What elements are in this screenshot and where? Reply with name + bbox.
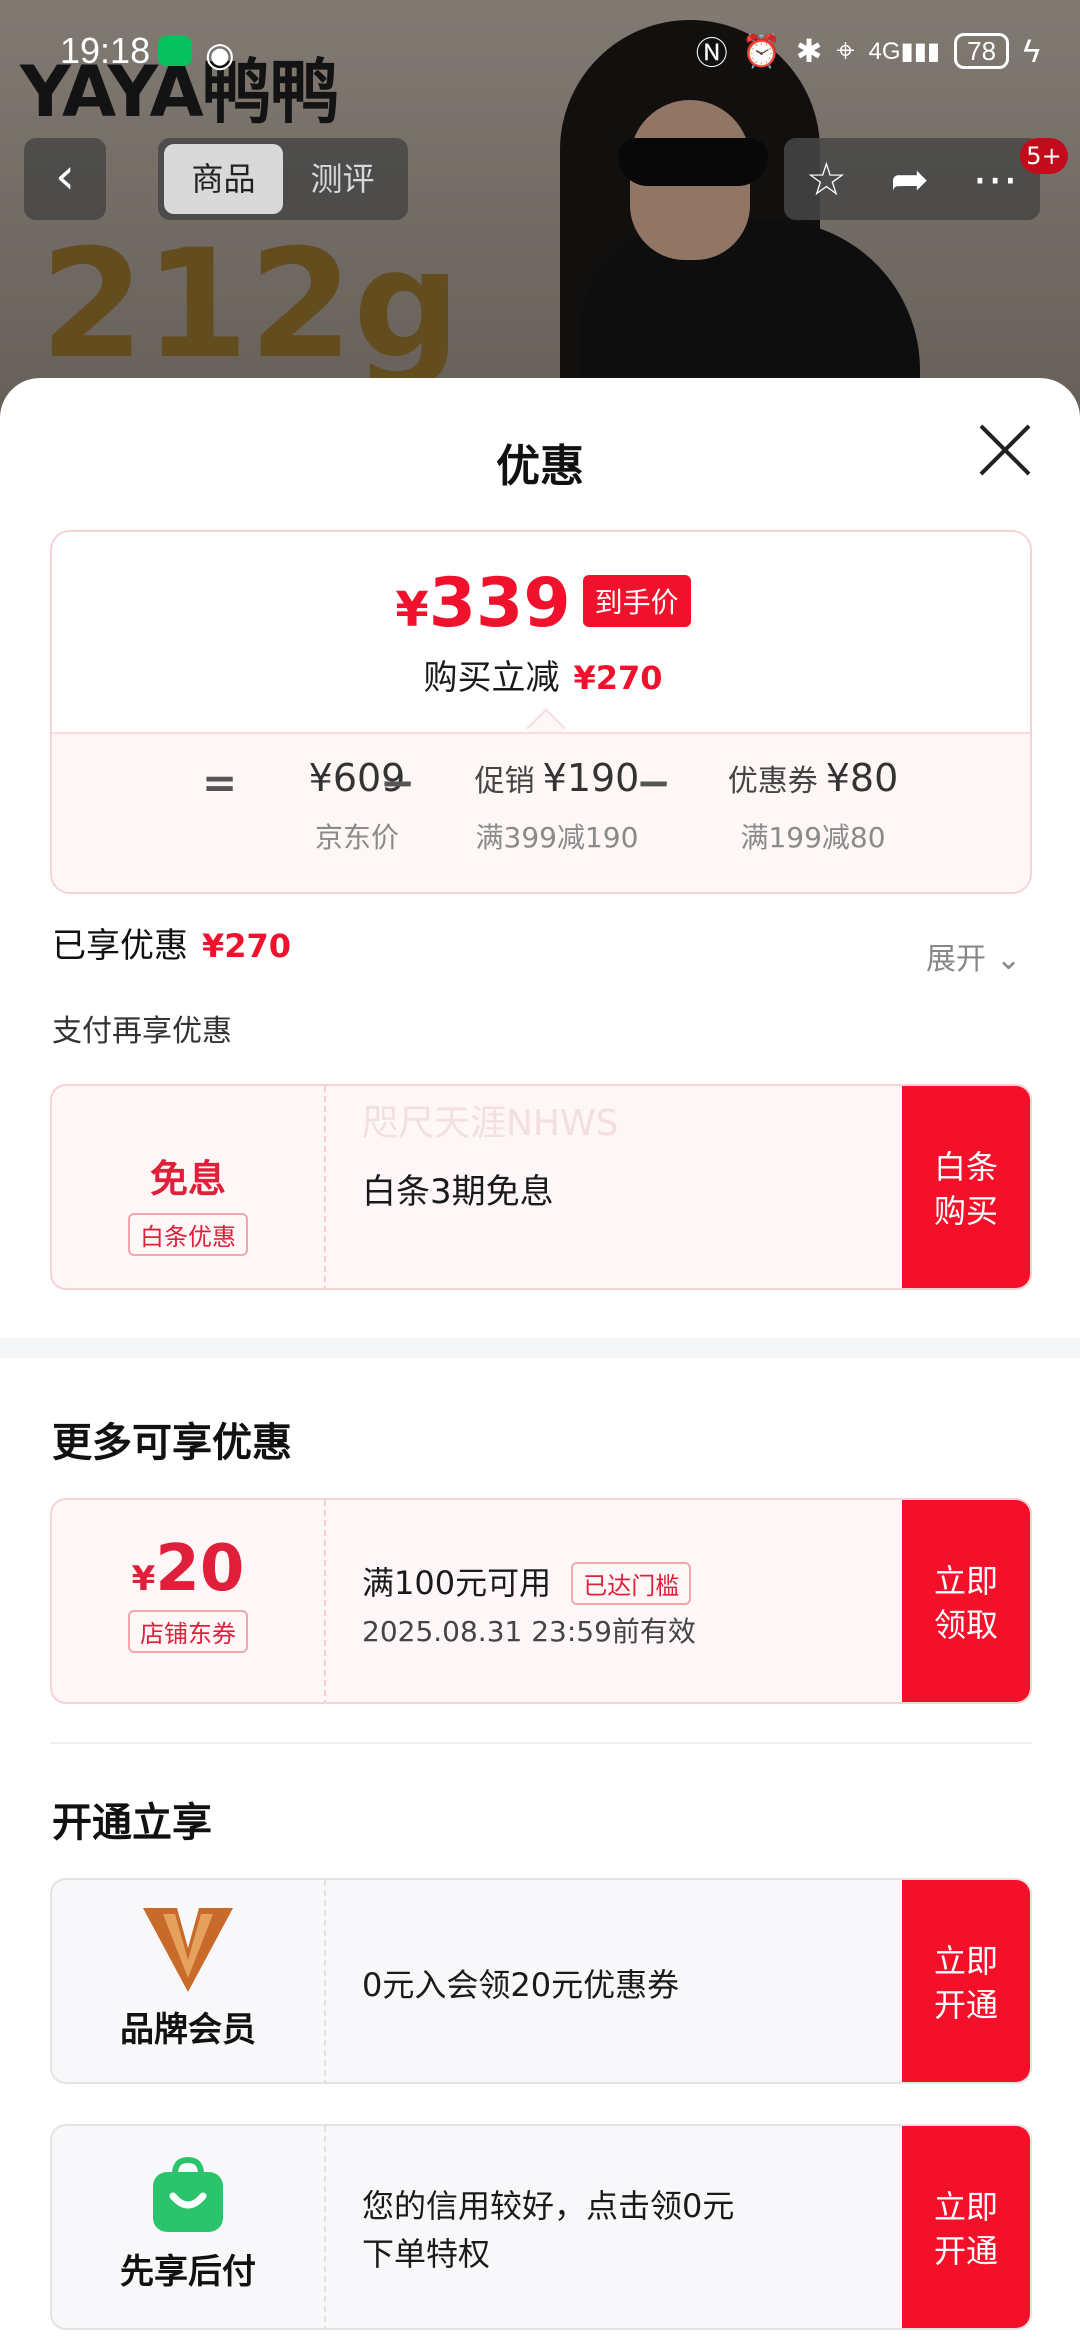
chevron-down-icon: ⌄ xyxy=(996,942,1022,977)
breakdown-coupon: 优惠券 ¥80 满199减80 xyxy=(727,756,899,854)
baitiao-card: 免息 白条优惠 咫尺天涯NHWS 白条3期免息 白条 购买 xyxy=(50,1084,1032,1290)
eye-icon: ◉ xyxy=(205,36,235,74)
baitiao-desc: 白条3期免息 xyxy=(362,1172,554,1212)
bluetooth-icon: ✱ xyxy=(795,33,823,69)
close-button[interactable] xyxy=(975,420,1035,480)
shopping-bag-icon xyxy=(153,2156,223,2232)
enjoyed-discount: 已享优惠 ¥270 xyxy=(52,926,292,966)
minus-sign: − xyxy=(636,758,672,807)
final-price: ¥339 到手价 xyxy=(52,564,1030,643)
pay-later-card: 先享后付 您的信用较好，点击领0元 下单特权 立即 开通 xyxy=(50,2124,1032,2330)
shop-coupon-card: ¥20 店铺东券 满100元可用 已达门槛 2025.08.31 23:59前有… xyxy=(50,1498,1032,1704)
wechat-icon xyxy=(158,36,192,66)
watermark-text: 咫尺天涯NHWS xyxy=(362,1103,619,1144)
section-divider xyxy=(0,1338,1080,1358)
minus-sign: − xyxy=(380,758,416,807)
message-badge: 5+ xyxy=(1020,138,1068,174)
nfc-icon: Ⓝ xyxy=(695,35,728,71)
tab-review[interactable]: 测评 xyxy=(283,144,402,214)
brand-member-card: 品牌会员 0元入会领20元优惠券 立即 开通 xyxy=(50,1878,1032,2084)
header-actions: ☆ ➦ ⋯ xyxy=(784,138,1040,220)
baitiao-buy-button[interactable]: 白条 购买 xyxy=(902,1086,1030,1288)
tab-product[interactable]: 商品 xyxy=(164,144,283,214)
back-button[interactable]: ‹ xyxy=(24,138,106,220)
pay-more-label: 支付再享优惠 xyxy=(52,1014,232,1049)
open-benefit-title: 开通立享 xyxy=(52,1800,212,1846)
alarm-icon: ⏰ xyxy=(741,33,782,69)
brand-member-desc: 0元入会领20元优惠券 xyxy=(362,1966,680,2004)
product-tabs: 商品 测评 xyxy=(158,138,408,220)
purchase-reduction: 购买立减 ¥270 xyxy=(423,658,663,698)
location-icon: ⌖ xyxy=(836,32,855,68)
final-price-tag: 到手价 xyxy=(582,575,691,627)
brand-member-name: 品牌会员 xyxy=(120,2010,256,2050)
price-summary-card: ¥339 到手价 购买立减 ¥270 = ¥609 京东价 − 促销 ¥190 满39… xyxy=(50,530,1032,894)
status-bar: 19:18 ◉ Ⓝ ⏰ ✱ ⌖ 4G▮▮▮ 78 ϟ xyxy=(0,0,1080,100)
chevron-left-icon: ‹ xyxy=(55,147,75,205)
claim-coupon-button[interactable]: 立即 领取 xyxy=(902,1500,1030,1702)
baitiao-title: 免息 xyxy=(149,1157,226,1201)
brand-member-logo-icon xyxy=(143,1908,233,1992)
coupon-condition: 满100元可用 xyxy=(362,1564,552,1602)
expand-button[interactable]: 展开 ⌄ xyxy=(926,934,1021,978)
threshold-reached-tag: 已达门槛 xyxy=(571,1562,692,1605)
pay-later-desc: 您的信用较好，点击领0元 下单特权 xyxy=(362,2187,735,2273)
breakdown-jd-price: ¥609 京东价 xyxy=(308,756,406,854)
baitiao-tag: 白条优惠 xyxy=(128,1213,248,1256)
coupon-type-tag: 店铺东券 xyxy=(128,1610,248,1653)
discount-sheet: 优惠 ¥339 到手价 购买立减 ¥270 = ¥609 京东价 − 促销 ¥190 … xyxy=(0,378,1080,2340)
sheet-title: 优惠 xyxy=(496,441,584,492)
battery-indicator: 78 xyxy=(954,33,1010,69)
coupon-validity: 2025.08.31 23:59前有效 xyxy=(362,1615,696,1648)
divider-line xyxy=(50,1742,1032,1744)
open-pay-later-button[interactable]: 立即 开通 xyxy=(902,2126,1030,2328)
open-member-button[interactable]: 立即 开通 xyxy=(902,1880,1030,2082)
coupon-amount: ¥20 xyxy=(131,1532,245,1606)
pay-later-name: 先享后付 xyxy=(120,2252,256,2292)
charging-icon: ϟ xyxy=(1023,32,1040,69)
more-icon[interactable]: ⋯ xyxy=(972,152,1018,206)
price-breakdown: = ¥609 京东价 − 促销 ¥190 满399减190 − 优惠券 ¥80 满1… xyxy=(52,732,1030,892)
share-icon[interactable]: ➦ xyxy=(890,152,929,206)
star-icon[interactable]: ☆ xyxy=(806,152,847,206)
signal-icon: 4G▮▮▮ xyxy=(868,37,941,65)
status-time: 19:18 xyxy=(60,30,151,71)
equals-sign: = xyxy=(202,758,238,807)
more-discount-title: 更多可享优惠 xyxy=(52,1420,292,1466)
